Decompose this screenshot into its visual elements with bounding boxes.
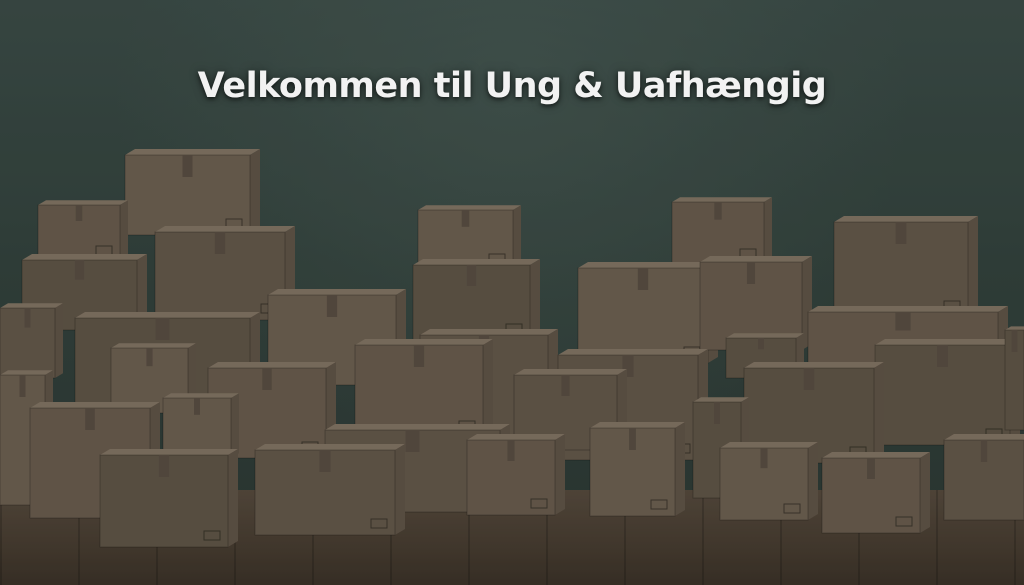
cardboard-box [589,422,685,517]
cardboard-box [943,434,1024,521]
cardboard-box [37,200,128,263]
cardboard-box [874,339,1020,446]
cardboard-box [162,393,239,459]
cardboard-box [833,216,978,318]
cardboard-box [466,434,565,516]
cardboard-box [412,259,540,341]
cardboard-box [124,149,260,236]
cardboard-box [354,339,493,438]
cardboard-box [99,449,238,548]
hero-banner: Velkommen til Ung & Uafhængig [0,0,1024,585]
cardboard-box [1004,326,1024,431]
cardboard-box [577,262,718,364]
hero-title: Velkommen til Ung & Uafhængig [197,66,827,106]
cardboard-box [671,197,772,266]
cardboard-box [254,444,405,536]
cardboard-box [719,442,818,521]
cardboard-box [821,452,930,534]
cardboard-box [0,303,63,379]
